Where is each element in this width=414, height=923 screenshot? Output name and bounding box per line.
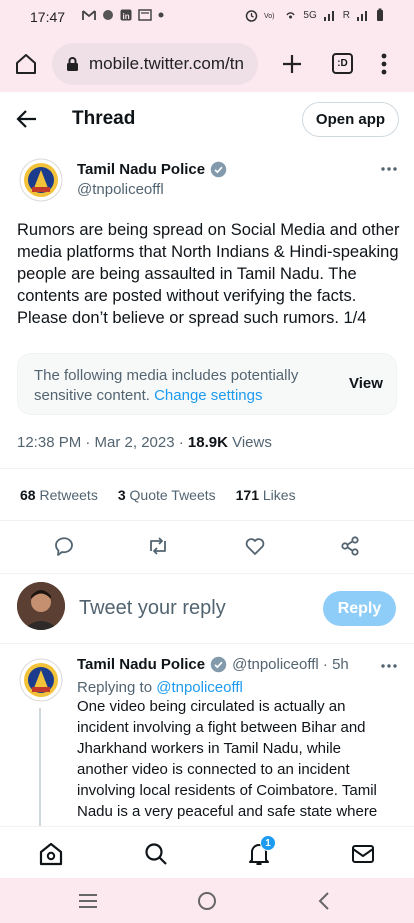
- network-type: 5G: [303, 9, 317, 21]
- status-time: 17:47: [30, 9, 66, 25]
- alarm-icon: [246, 9, 258, 22]
- user-photo: [17, 582, 65, 630]
- search-icon[interactable]: [143, 841, 169, 867]
- tweet-actions: [0, 530, 414, 562]
- svg-text:Vo): Vo): [264, 13, 275, 20]
- signal-icon: [323, 11, 334, 21]
- volte-icon: Vo): [264, 13, 275, 20]
- battery-icon: [377, 8, 383, 21]
- likes-label: Likes: [259, 487, 296, 503]
- browser-toolbar: mobile.twitter.com/tn :D: [0, 36, 414, 92]
- sensitive-media-notice: The following media includes potentially…: [17, 353, 397, 415]
- verified-gray-icon: [210, 656, 227, 673]
- notification-icons: in: [82, 9, 164, 21]
- recent-apps-icon[interactable]: [78, 893, 98, 909]
- quotes-stat[interactable]: 3 Quote Tweets: [118, 487, 216, 503]
- divider: [0, 573, 414, 574]
- divider: [0, 520, 414, 521]
- like-icon[interactable]: [243, 534, 267, 558]
- browser-menu-icon[interactable]: [381, 53, 387, 75]
- url-text: mobile.twitter.com/tn: [89, 54, 244, 73]
- reply-author-handle[interactable]: @tnpoliceoffl · 5h: [232, 656, 349, 673]
- user-avatar[interactable]: [17, 582, 65, 630]
- reply-author-name[interactable]: Tamil Nadu Police: [77, 656, 205, 673]
- author-name[interactable]: Tamil Nadu Police: [77, 161, 205, 178]
- more-options-icon[interactable]: [381, 167, 397, 171]
- more-notifications-dot: [158, 12, 164, 18]
- author-avatar[interactable]: [19, 158, 63, 202]
- divider: [0, 643, 414, 644]
- signal-icon-2: [357, 11, 367, 21]
- status-bar: 17:47 in Vo) 5G R: [0, 0, 414, 36]
- change-settings-link[interactable]: Change settings: [154, 387, 262, 404]
- quotes-count: 3: [117, 487, 126, 503]
- reply-author-row: Tamil Nadu Police @tnpoliceoffl · 5h: [77, 656, 349, 673]
- home-nav-icon[interactable]: [38, 841, 64, 867]
- tweet-meta: 12:38 PM · Mar 2, 2023 · 18.9K Views: [17, 434, 272, 451]
- reply-icon[interactable]: [52, 534, 76, 558]
- replying-to: Replying to @tnpoliceoffl: [77, 679, 243, 696]
- tweet-text: Rumors are being spread on Social Media …: [17, 221, 400, 327]
- author-name-row: Tamil Nadu Police: [77, 161, 227, 178]
- views-count: 18.9K: [187, 434, 228, 451]
- views-label: Views: [227, 434, 272, 451]
- page-title: Thread: [72, 108, 136, 129]
- tweet-timestamp[interactable]: 12:38 PM · Mar 2, 2023 ·: [17, 434, 188, 451]
- home-button-icon[interactable]: [197, 891, 217, 911]
- replying-to-link[interactable]: @tnpoliceoffl: [156, 679, 243, 696]
- tab-switcher-button[interactable]: :D: [332, 53, 353, 74]
- retweets-label: Retweets: [35, 487, 98, 503]
- police-emblem-avatar: [19, 658, 63, 702]
- page-header: Thread Open app: [0, 92, 414, 146]
- system-back-icon[interactable]: [318, 892, 330, 910]
- likes-stat[interactable]: 171 Likes: [236, 487, 296, 503]
- open-app-button[interactable]: Open app: [302, 102, 399, 137]
- likes-count: 171: [235, 487, 259, 503]
- notification-badge: 1: [260, 835, 276, 851]
- thread-line: [39, 708, 41, 826]
- reply-tweet-text: One video being circulated is actually a…: [77, 698, 378, 826]
- reply-tweet[interactable]: Tamil Nadu Police @tnpoliceoffl · 5h Rep…: [0, 652, 414, 826]
- news-icon: [138, 9, 152, 21]
- retweets-count: 68: [20, 487, 36, 503]
- quotes-label: Quote Tweets: [125, 487, 216, 503]
- svg-text:in: in: [123, 12, 130, 21]
- divider: [0, 468, 414, 469]
- system-icons: Vo) 5G R: [245, 8, 384, 22]
- linkedin-icon: in: [120, 9, 132, 21]
- reply-input[interactable]: Tweet your reply: [79, 597, 226, 620]
- home-icon[interactable]: [14, 52, 38, 76]
- gmail-icon: [82, 10, 96, 20]
- bottom-navigation: 1: [0, 826, 414, 878]
- app-icon: [103, 10, 113, 20]
- reply-author-avatar[interactable]: [19, 658, 63, 702]
- hotspot-icon: [286, 12, 296, 19]
- retweet-icon[interactable]: [146, 534, 170, 558]
- reply-button[interactable]: Reply: [323, 591, 396, 626]
- messages-icon[interactable]: [350, 841, 376, 867]
- replying-prefix: Replying to: [77, 679, 157, 696]
- more-options-icon[interactable]: [381, 664, 397, 668]
- view-media-button[interactable]: View: [349, 375, 383, 392]
- author-handle[interactable]: @tnpoliceoffl: [77, 181, 164, 198]
- retweets-stat[interactable]: 68 Retweets: [20, 487, 98, 503]
- address-bar[interactable]: mobile.twitter.com/tn: [52, 43, 258, 85]
- verified-gray-icon: [210, 161, 227, 178]
- sensitive-message: The following media includes potentially…: [34, 366, 334, 406]
- new-tab-icon[interactable]: [281, 53, 303, 75]
- police-emblem-avatar: [19, 158, 63, 202]
- lock-icon: [67, 57, 78, 71]
- carrier-label: R: [342, 9, 350, 21]
- tweet-stats: 68 Retweets 3 Quote Tweets 171 Likes: [20, 487, 296, 503]
- share-icon[interactable]: [338, 534, 362, 558]
- system-navigation-bar: [0, 878, 414, 923]
- back-arrow-icon[interactable]: [16, 108, 38, 130]
- reply-composer: Tweet your reply Reply: [0, 577, 414, 643]
